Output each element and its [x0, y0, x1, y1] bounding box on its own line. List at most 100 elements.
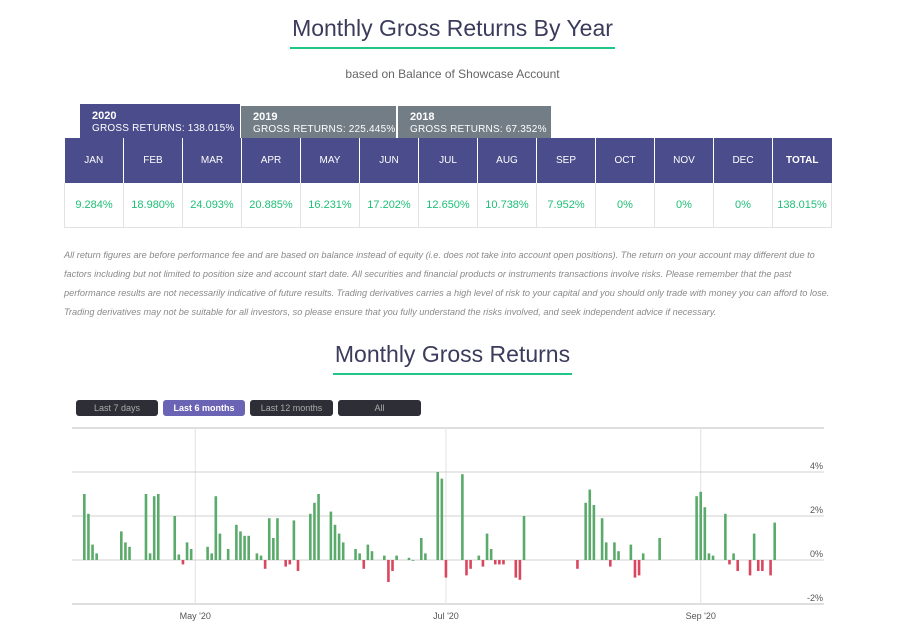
bar: [177, 554, 181, 560]
bar: [481, 560, 485, 567]
col-header-feb: FEB: [123, 138, 183, 183]
x-tick-label: Sep '20: [686, 611, 716, 621]
cell-sep: 7.952%: [536, 183, 596, 228]
bar: [658, 538, 661, 560]
bar: [83, 494, 86, 560]
bar: [592, 505, 596, 560]
bar: [641, 553, 645, 560]
tab-gross-returns: GROSS RETURNS: 138.015%: [92, 123, 235, 134]
x-tick-label: Jul '20: [433, 611, 459, 621]
col-header-apr: APR: [241, 138, 301, 183]
bar: [156, 494, 160, 560]
page-subtitle: based on Balance of Showcase Account: [345, 67, 560, 81]
y-tick-label: 2%: [810, 505, 823, 515]
range-6-months-button[interactable]: Last 6 months: [163, 400, 245, 416]
bar: [522, 516, 526, 560]
cell-feb: 18.980%: [123, 183, 183, 228]
bar: [728, 560, 731, 565]
col-header-sep: SEP: [536, 138, 596, 183]
bar: [629, 544, 633, 560]
y-tick-label: 0%: [810, 549, 823, 559]
cell-may: 16.231%: [300, 183, 360, 228]
col-header-oct: OCT: [595, 138, 655, 183]
bar: [218, 533, 222, 560]
bar: [493, 560, 497, 565]
bar: [296, 560, 300, 571]
bar: [362, 560, 366, 569]
bar: [263, 560, 267, 569]
tab-year-label: 2020: [92, 110, 117, 122]
col-header-jan: JAN: [64, 138, 124, 183]
bar: [276, 518, 279, 560]
bar: [498, 560, 501, 565]
bar: [95, 553, 98, 560]
cell-apr: 20.885%: [241, 183, 301, 228]
bar: [87, 513, 90, 560]
cell-jan: 9.284%: [64, 183, 124, 228]
bar: [243, 535, 246, 560]
bar: [235, 524, 238, 560]
bar: [313, 502, 316, 560]
bar: [120, 531, 123, 560]
range-7-days-button[interactable]: Last 7 days: [76, 400, 158, 416]
cell-dec: 0%: [713, 183, 773, 228]
bar: [152, 496, 156, 560]
bar: [613, 542, 616, 560]
cell-nov: 0%: [654, 183, 714, 228]
bar: [707, 553, 711, 560]
col-header-jul: JUL: [418, 138, 478, 183]
tab-2019[interactable]: 2019 GROSS RETURNS: 225.445%: [241, 106, 396, 138]
y-tick-label: -2%: [807, 593, 823, 603]
cell-jun: 17.202%: [359, 183, 419, 228]
bar: [288, 560, 292, 565]
range-12-months-button[interactable]: Last 12 months: [250, 400, 333, 416]
bar: [584, 502, 587, 560]
bar: [485, 533, 489, 560]
bar: [292, 520, 296, 560]
monthly-returns-table: JAN FEB MAR APR MAY JUN JUL AUG SEP OCT …: [64, 138, 832, 228]
bar: [173, 516, 177, 560]
bar: [711, 555, 715, 560]
bar: [358, 553, 361, 560]
bar: [440, 478, 444, 560]
bar: [341, 542, 345, 560]
bar: [148, 553, 152, 560]
bar: [206, 546, 209, 560]
bar: [259, 555, 263, 560]
bar: [255, 553, 259, 560]
bar: [756, 560, 760, 571]
bar: [181, 560, 185, 565]
table-header-row: JAN FEB MAR APR MAY JUN JUL AUG SEP OCT …: [64, 138, 832, 183]
bar: [703, 507, 707, 560]
cell-jul: 12.650%: [418, 183, 478, 228]
bar: [128, 546, 131, 560]
bar: [239, 531, 242, 560]
tab-2018[interactable]: 2018 GROSS RETURNS: 67.352%: [398, 106, 551, 138]
bar: [461, 474, 464, 560]
bar: [309, 513, 312, 560]
bar: [477, 555, 481, 560]
col-header-aug: AUG: [477, 138, 537, 183]
cell-total: 138.015%: [772, 183, 832, 228]
bar: [210, 553, 214, 560]
bar: [773, 522, 776, 560]
bar: [469, 560, 472, 569]
bar: [502, 560, 505, 565]
bar: [214, 496, 218, 560]
bar: [419, 538, 423, 560]
bar: [124, 542, 127, 560]
tab-gross-returns: GROSS RETURNS: 67.352%: [410, 124, 547, 135]
range-all-button[interactable]: All: [338, 400, 421, 416]
col-header-nov: NOV: [654, 138, 714, 183]
bar: [604, 542, 608, 560]
col-header-jun: JUN: [359, 138, 419, 183]
bar: [370, 551, 374, 560]
tab-2020[interactable]: 2020 GROSS RETURNS: 138.015%: [80, 104, 240, 138]
tab-year-label: 2018: [410, 111, 435, 123]
bar: [226, 549, 230, 560]
bar: [383, 555, 386, 560]
bar: [736, 560, 740, 571]
returns-bar-chart: 4% 2% 0% -2% May '20 Jul '20 Sep '20: [72, 427, 824, 621]
col-header-may: MAY: [300, 138, 360, 183]
bar: [247, 535, 250, 560]
